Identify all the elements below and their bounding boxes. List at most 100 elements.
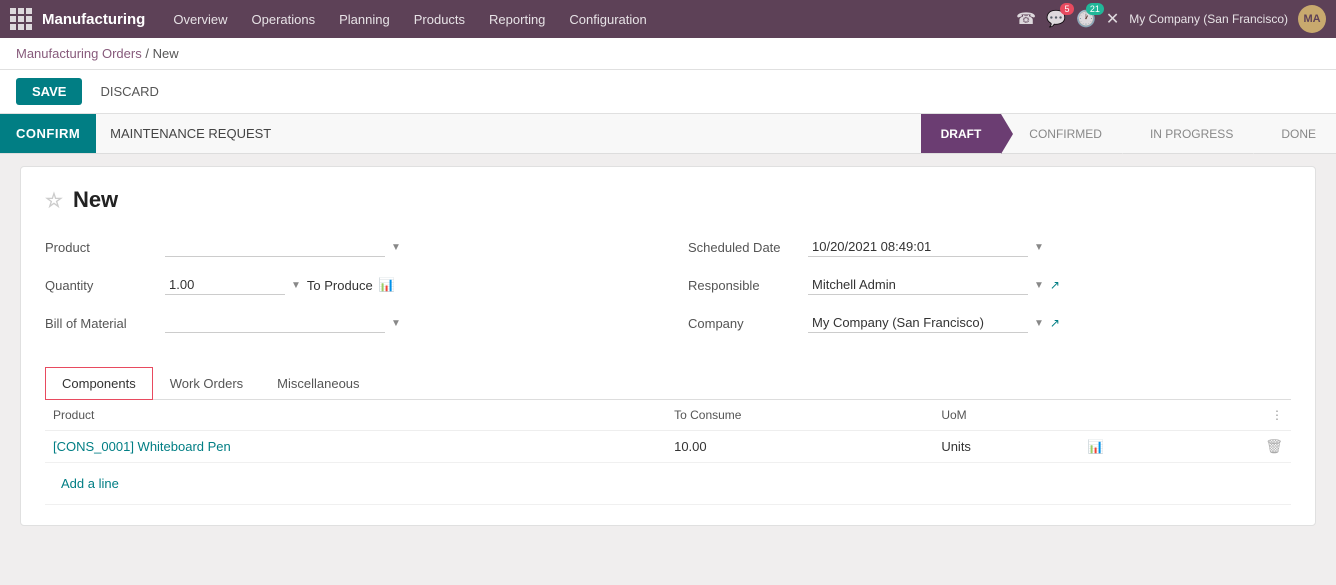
table-row: [CONS_0001] Whiteboard Pen 10.00 Units 📊… <box>45 431 1291 463</box>
tab-miscellaneous[interactable]: Miscellaneous <box>260 367 376 400</box>
table-header-row: Product To Consume UoM ⋮ <box>45 400 1291 431</box>
row-product-link[interactable]: [CONS_0001] Whiteboard Pen <box>53 439 231 454</box>
col-header-to-consume: To Consume <box>666 400 933 431</box>
status-steps: DRAFT CONFIRMED IN PROGRESS DONE <box>921 114 1336 153</box>
row-product: [CONS_0001] Whiteboard Pen <box>45 431 666 463</box>
quantity-chart-icon[interactable]: 📊 <box>379 277 395 293</box>
row-chart-icon[interactable]: 📊 <box>1088 439 1104 454</box>
quantity-value: ▼ To Produce 📊 <box>165 275 648 295</box>
bom-label: Bill of Material <box>45 316 165 331</box>
confirm-button[interactable]: CONFIRM <box>0 114 96 153</box>
responsible-input[interactable] <box>808 275 1028 295</box>
responsible-row: Responsible ▼ ↗ <box>688 271 1291 299</box>
nav-items: Overview Operations Planning Products Re… <box>163 8 1016 31</box>
quantity-dropdown-arrow[interactable]: ▼ <box>291 280 301 291</box>
delete-row-icon[interactable]: 🗑 <box>1265 438 1283 454</box>
tab-components[interactable]: Components <box>45 367 153 400</box>
table-more-options-icon[interactable]: ⋮ <box>1271 408 1283 422</box>
responsible-value: ▼ ↗ <box>808 275 1291 295</box>
form-fields-grid: Product ▼ Quantity ▼ To Produce 📊 <box>45 233 1291 347</box>
company-dropdown-arrow[interactable]: ▼ <box>1034 318 1044 329</box>
bom-value: ▼ <box>165 313 648 333</box>
clock-badge-wrap[interactable]: 🕐 21 <box>1076 9 1096 29</box>
app-brand: Manufacturing <box>42 11 145 28</box>
company-external-link[interactable]: ↗ <box>1050 316 1060 330</box>
quantity-row: Quantity ▼ To Produce 📊 <box>45 271 648 299</box>
form-title: New <box>73 187 118 213</box>
col-header-chart <box>1080 400 1183 431</box>
scheduled-date-label: Scheduled Date <box>688 240 808 255</box>
phone-icon[interactable]: ☎ <box>1016 9 1036 29</box>
quantity-input[interactable] <box>165 275 285 295</box>
product-input[interactable] <box>165 237 385 257</box>
chat-badge-wrap[interactable]: 💬 5 <box>1046 9 1066 29</box>
responsible-external-link[interactable]: ↗ <box>1050 278 1060 292</box>
avatar[interactable]: MA <box>1298 5 1326 33</box>
bom-input[interactable] <box>165 313 385 333</box>
discard-button[interactable]: DISCARD <box>90 78 169 105</box>
scheduled-date-row: Scheduled Date ▼ <box>688 233 1291 261</box>
add-line-cell: Add a line <box>45 463 1291 505</box>
status-bar: CONFIRM MAINTENANCE REQUEST DRAFT CONFIR… <box>0 114 1336 154</box>
nav-products[interactable]: Products <box>404 8 475 31</box>
nav-operations[interactable]: Operations <box>242 8 326 31</box>
bom-row: Bill of Material ▼ <box>45 309 648 337</box>
company-label: My Company (San Francisco) <box>1129 12 1288 26</box>
status-done[interactable]: DONE <box>1253 114 1336 153</box>
col-header-product: Product <box>45 400 666 431</box>
quantity-label: Quantity <box>45 278 165 293</box>
top-nav: Manufacturing Overview Operations Planni… <box>0 0 1336 38</box>
breadcrumb-current: New <box>153 46 179 61</box>
nav-reporting[interactable]: Reporting <box>479 8 555 31</box>
row-uom: Units <box>933 431 1079 463</box>
to-produce-label: To Produce <box>307 278 373 293</box>
nav-overview[interactable]: Overview <box>163 8 237 31</box>
nav-right: ☎ 💬 5 🕐 21 ✕ My Company (San Francisco) … <box>1016 5 1326 33</box>
action-bar: SAVE DISCARD <box>0 70 1336 114</box>
company-input[interactable] <box>808 313 1028 333</box>
product-label: Product <box>45 240 165 255</box>
chat-badge: 5 <box>1060 3 1074 15</box>
status-draft[interactable]: DRAFT <box>921 114 1002 153</box>
form-left-column: Product ▼ Quantity ▼ To Produce 📊 <box>45 233 648 347</box>
status-bar-left: CONFIRM MAINTENANCE REQUEST <box>0 114 285 153</box>
col-header-actions: ⋮ <box>1183 400 1291 431</box>
row-chart: 📊 <box>1080 431 1183 463</box>
company-row: Company ▼ ↗ <box>688 309 1291 337</box>
form-right-column: Scheduled Date ▼ Responsible ▼ ↗ Compa <box>688 233 1291 347</box>
company-value: ▼ ↗ <box>808 313 1291 333</box>
favorite-star-icon[interactable]: ☆ <box>45 188 63 213</box>
scheduled-date-value: ▼ <box>808 237 1291 257</box>
tab-work-orders[interactable]: Work Orders <box>153 367 260 400</box>
scheduled-date-dropdown-arrow[interactable]: ▼ <box>1034 242 1044 253</box>
tabs-bar: Components Work Orders Miscellaneous <box>45 367 1291 400</box>
col-header-uom: UoM <box>933 400 1079 431</box>
breadcrumb-parent[interactable]: Manufacturing Orders <box>16 46 142 61</box>
add-line-row: Add a line <box>45 463 1291 505</box>
scheduled-date-input[interactable] <box>808 237 1028 257</box>
content-area: ☆ New Product ▼ Quantity ▼ <box>0 154 1336 554</box>
add-line-button[interactable]: Add a line <box>53 470 127 497</box>
maintenance-request-button[interactable]: MAINTENANCE REQUEST <box>96 114 285 153</box>
nav-planning[interactable]: Planning <box>329 8 400 31</box>
components-table: Product To Consume UoM ⋮ [CONS_0001] Whi… <box>45 400 1291 505</box>
breadcrumb: Manufacturing Orders / New <box>0 38 1336 70</box>
app-grid-icon[interactable] <box>10 8 32 30</box>
save-button[interactable]: SAVE <box>16 78 82 105</box>
form-card: ☆ New Product ▼ Quantity ▼ <box>20 166 1316 526</box>
close-icon[interactable]: ✕ <box>1106 9 1119 29</box>
responsible-label: Responsible <box>688 278 808 293</box>
status-in-progress[interactable]: IN PROGRESS <box>1122 114 1253 153</box>
row-to-consume: 10.00 <box>666 431 933 463</box>
company-label-field: Company <box>688 316 808 331</box>
form-title-row: ☆ New <box>45 187 1291 213</box>
product-dropdown-arrow[interactable]: ▼ <box>391 242 401 253</box>
bom-dropdown-arrow[interactable]: ▼ <box>391 318 401 329</box>
row-delete: 🗑 <box>1183 431 1291 463</box>
responsible-dropdown-arrow[interactable]: ▼ <box>1034 280 1044 291</box>
clock-badge: 21 <box>1086 3 1104 15</box>
breadcrumb-separator: / <box>142 46 153 61</box>
product-value: ▼ <box>165 237 648 257</box>
status-confirmed[interactable]: CONFIRMED <box>1001 114 1122 153</box>
nav-configuration[interactable]: Configuration <box>559 8 656 31</box>
